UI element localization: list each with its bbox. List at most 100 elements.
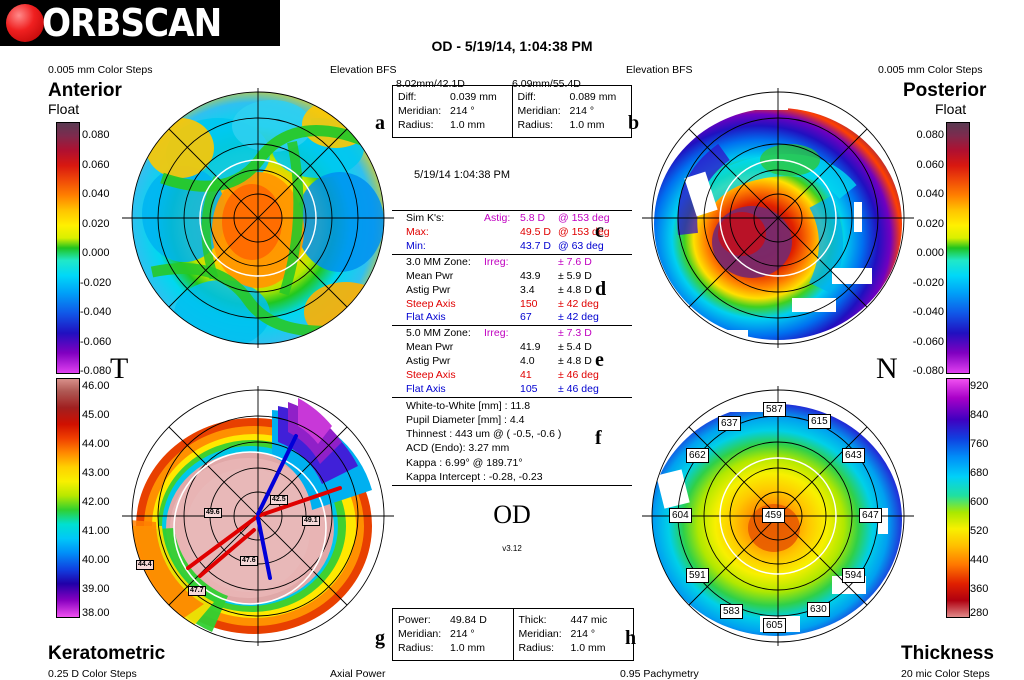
zone5-astigpwr-tol: ± 4.8 D	[558, 355, 592, 368]
zone-3mm-section: 3.0 MM Zone: Irreg: ± 7.6 D Mean Pwr 43.9 ± …	[392, 254, 632, 325]
orbscan-logo-icon	[6, 4, 44, 42]
anterior-elevation-map[interactable]	[122, 82, 394, 354]
center-data-panel: Diff: 0.039 mm Meridian: 214 ° Radius: 1.0 …	[392, 60, 632, 553]
thickness-callout-inferior-left: 583	[720, 604, 743, 619]
kerato-callout-44-4: 44.4	[136, 560, 154, 570]
anterior-diff-box: Diff: 0.039 mm Meridian: 214 ° Radius: 1.0 …	[393, 86, 512, 137]
posterior-elevation-map[interactable]	[642, 82, 914, 354]
posterior-diff-box: Diff: 0.089 mm Meridian: 214 ° Radius: 1.0 …	[511, 86, 632, 137]
keratometric-colorbar	[56, 378, 80, 618]
anterior-diff-value: 0.039 mm	[450, 91, 497, 103]
zone5-steepaxis-label: Steep Axis	[406, 368, 456, 381]
posterior-colorbar	[946, 122, 970, 374]
thickness-callout-right: 647	[859, 508, 882, 523]
exam-datetime: 5/19/14 1:04:38 PM	[414, 168, 511, 181]
thickness-footer: 0.95 Pachymetry	[620, 668, 699, 680]
marker-f: f	[595, 426, 602, 449]
anterior-meridian-value: 214 °	[450, 105, 475, 118]
keratometric-power-map[interactable]: 42.5 49.1 49.6 47.6 47.7 44.4	[122, 380, 394, 652]
zone3-irreg-label: Irreg:	[484, 256, 509, 269]
zone3-title: 3.0 MM Zone:	[406, 256, 471, 269]
eye-designation: OD	[493, 500, 531, 530]
thick-meridian-value: 214 °	[570, 628, 596, 641]
thick-key: Thick:	[518, 614, 547, 626]
marker-e: e	[595, 349, 604, 372]
thickness-title: Thickness	[901, 643, 994, 664]
thickness-callout-inferior: 605	[763, 618, 786, 633]
zone5-astigpwr-value: 4.0	[520, 355, 535, 368]
posterior-bfs-label: Elevation BFS	[626, 64, 693, 76]
posterior-diff-key: Diff:	[517, 91, 536, 103]
anterior-title: Anterior	[48, 80, 122, 101]
sim-k-section: Sim K's: Astig: 5.8 D @ 153 deg Max: 49.5 D @…	[392, 210, 632, 254]
thickness-pachymetry-map[interactable]: 459 587 637 615 662 643 604 647 591 594 …	[642, 380, 914, 652]
power-thickness-boxes: Power: 49.84 D Meridian: 214 ° Radius: 1.0 …	[392, 608, 634, 661]
thickness-callout-upper-left: 662	[686, 448, 709, 463]
anterior-radius-key: Radius:	[398, 119, 434, 132]
thickness-callout-upper-right: 643	[842, 448, 865, 463]
measure-white-to-white: White-to-White [mm] : 11.8	[406, 399, 531, 412]
zone3-astigpwr-value: 3.4	[520, 283, 535, 296]
zone3-meanpwr-label: Mean Pwr	[406, 269, 454, 282]
measure-kappa-intercept: Kappa Intercept : -0.28, -0.23	[406, 470, 543, 483]
kerato-callout-42-5: 42.5	[270, 495, 288, 505]
posterior-subtitle: Float	[935, 101, 967, 117]
zone5-astigpwr-label: Astig Pwr	[406, 355, 451, 368]
zone3-flataxis-label: Flat Axis	[406, 311, 446, 324]
sim-k-min-value: 43.7 D	[520, 240, 551, 253]
posterior-color-steps: 0.005 mm Color Steps	[878, 64, 983, 76]
thickness-colorbar-ticks: 920 840 760 680 600 520 440 360 280	[970, 380, 989, 619]
zone3-steepaxis-value: 150	[520, 297, 538, 310]
sim-k-min-label: Min:	[406, 240, 426, 253]
zone5-flataxis-tol: ± 46 deg	[558, 382, 599, 395]
posterior-title: Posterior	[903, 80, 987, 101]
zone3-flataxis-value: 67	[520, 311, 532, 324]
thickness-color-steps: 20 mic Color Steps	[901, 668, 990, 680]
power-meridian-value: 214 °	[450, 628, 475, 641]
thick-radius-key: Radius:	[518, 642, 555, 655]
sim-k-astig-label: Astig:	[484, 212, 511, 225]
thickness-callout-superior: 587	[763, 402, 786, 417]
zone3-astigpwr-label: Astig Pwr	[406, 283, 451, 296]
zone5-steepaxis-tol: ± 46 deg	[558, 368, 599, 381]
power-radius-key: Radius:	[398, 642, 434, 655]
measurements-section: White-to-White [mm] : 11.8 Pupil Diamete…	[392, 396, 632, 487]
zone3-steepaxis-tol: ± 42 deg	[558, 297, 599, 310]
power-radius-value: 1.0 mm	[450, 642, 486, 655]
power-key: Power:	[398, 614, 431, 626]
zone5-flataxis-label: Flat Axis	[406, 382, 446, 395]
sim-k-astig-value: 5.8 D	[520, 212, 546, 225]
posterior-radius-key: Radius:	[517, 119, 554, 132]
kerato-callout-47-7: 47.7	[188, 586, 206, 596]
zone5-steepaxis-value: 41	[520, 368, 532, 381]
zone3-meanpwr-value: 43.9	[520, 269, 541, 282]
posterior-meridian-value: 214 °	[569, 105, 595, 118]
anterior-bfs-label: Elevation BFS	[330, 64, 397, 76]
kerato-callout-49-6: 49.6	[204, 508, 222, 518]
software-version: v3.12	[502, 544, 522, 554]
zone5-meanpwr-value: 41.9	[520, 341, 541, 354]
zone5-meanpwr-label: Mean Pwr	[406, 341, 454, 354]
posterior-meridian-key: Meridian:	[517, 105, 561, 118]
zone3-irreg-value: ± 7.6 D	[558, 256, 592, 269]
anterior-meridian-key: Meridian:	[398, 105, 442, 118]
posterior-radius-value: 1.0 mm	[569, 119, 605, 132]
thickness-callout-superior-left: 637	[718, 416, 741, 431]
posterior-diff-value: 0.089 mm	[569, 91, 617, 103]
anterior-color-steps: 0.005 mm Color Steps	[48, 64, 153, 76]
power-meridian-key: Meridian:	[398, 628, 442, 641]
power-value: 49.84 D	[450, 614, 487, 626]
measure-kappa: Kappa : 6.99° @ 189.71°	[406, 456, 523, 469]
thickness-callout-lower-left: 591	[686, 568, 709, 583]
anterior-diff-key: Diff:	[398, 91, 417, 103]
thickness-callout-left: 604	[669, 508, 692, 523]
zone5-irreg-label: Irreg:	[484, 327, 509, 340]
anterior-colorbar	[56, 122, 80, 374]
anterior-subtitle: Float	[48, 101, 80, 117]
zone3-steepaxis-label: Steep Axis	[406, 297, 456, 310]
sim-k-max-label: Max:	[406, 226, 429, 239]
zone-5mm-section: 5.0 MM Zone: Irreg: ± 7.3 D Mean Pwr 41.9 ± …	[392, 325, 632, 396]
thickness-callout-superior-right: 615	[808, 414, 831, 429]
anterior-radius-value: 1.0 mm	[450, 119, 486, 132]
thick-value: 447 mic	[570, 614, 608, 626]
